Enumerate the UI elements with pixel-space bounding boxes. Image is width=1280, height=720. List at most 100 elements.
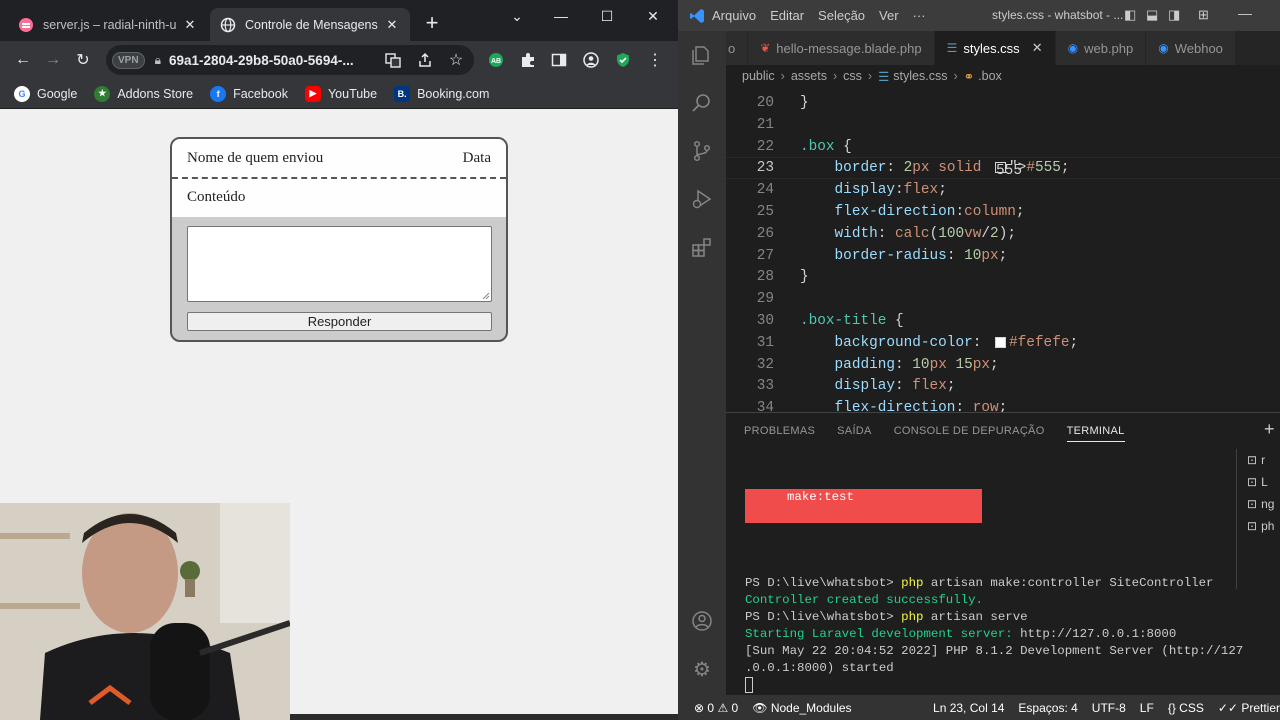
code-line[interactable]: 28} [726, 266, 1280, 288]
bookmark-booking[interactable]: B. Booking.com [394, 85, 489, 102]
menu-more[interactable]: ··· [913, 8, 926, 23]
tab-web-php[interactable]: ◉ web.php [1055, 31, 1147, 65]
run-debug-icon[interactable] [678, 175, 726, 223]
tab-label: styles.css [963, 40, 1020, 56]
close-window-button[interactable]: ✕ [640, 4, 666, 28]
profile-icon[interactable] [576, 45, 606, 75]
chevron-right-icon: › [953, 69, 958, 83]
eol-status[interactable]: LF [1140, 701, 1154, 715]
tab-server-js[interactable]: server.js – radial-ninth-un ✕ [8, 8, 208, 41]
maximize-button[interactable]: ☐ [594, 4, 620, 28]
close-tab-icon[interactable]: ✕ [182, 17, 198, 33]
extensions-icon[interactable] [678, 223, 726, 271]
terminal-session[interactable]: ⊡ ng [1237, 493, 1280, 515]
tab-output[interactable]: SAÍDA [837, 425, 872, 437]
breadcrumb-item[interactable]: css [843, 69, 862, 83]
vpn-badge[interactable]: VPN [112, 51, 145, 69]
breadcrumb-item[interactable]: assets [791, 69, 827, 83]
toggle-sidebar-icon[interactable]: ◧ [1124, 7, 1136, 23]
code-line[interactable]: 31 background-color: #fefefe; [726, 332, 1280, 354]
reply-textarea[interactable] [187, 226, 492, 302]
resize-handle-icon[interactable] [482, 292, 490, 300]
new-tab-button[interactable]: + [420, 12, 444, 36]
lock-icon[interactable]: 🔒︎ [155, 53, 161, 68]
tab-controle-mensagens[interactable]: Controle de Mensagens d ✕ [210, 8, 410, 41]
extensions-puzzle-icon[interactable] [513, 45, 543, 75]
code-line[interactable]: 33 display: flex; [726, 375, 1280, 397]
code-line[interactable]: 23 border: 2px solid 555">#555; [726, 157, 1280, 180]
breadcrumb-item[interactable]: public [742, 69, 775, 83]
code-line[interactable]: 30 .box-title { [726, 310, 1280, 332]
minimize-button[interactable]: — [548, 4, 574, 28]
close-tab-icon[interactable]: ✕ [1032, 40, 1043, 56]
explorer-icon[interactable] [678, 31, 726, 79]
bookmark-google[interactable]: G Google [14, 85, 77, 102]
tab-webhook[interactable]: ◉ Webhoo [1146, 31, 1236, 65]
back-arrow-icon[interactable]: ← [8, 45, 38, 75]
code-text: flex-direction: row; [834, 400, 1008, 412]
menu-selecao[interactable]: Seleção [818, 8, 865, 23]
language-status[interactable]: {} CSS [1168, 701, 1204, 715]
folder-status[interactable]: 👁︎ Node_Modules [752, 701, 851, 715]
bookmark-star-icon[interactable]: ☆ [441, 45, 471, 75]
shield-extension-icon[interactable] [608, 45, 638, 75]
toggle-secondary-sidebar-icon[interactable]: ◨ [1168, 7, 1180, 23]
terminal-session[interactable]: ⊡ L [1237, 471, 1280, 493]
code-line[interactable]: 20} [726, 92, 1280, 114]
tab-problems[interactable]: PROBLEMAS [744, 425, 815, 437]
minimize-button[interactable]: — [1238, 5, 1252, 21]
customize-layout-icon[interactable]: ⊞ [1198, 7, 1209, 23]
settings-gear-icon[interactable]: ⚙ [678, 645, 726, 693]
toggle-panel-icon[interactable]: ⬓ [1146, 7, 1158, 23]
new-terminal-plus-icon[interactable]: + [1264, 419, 1275, 440]
side-panel-icon[interactable] [544, 45, 574, 75]
bookmark-addons-store[interactable]: ★ Addons Store [94, 85, 193, 102]
close-tab-icon[interactable]: ✕ [384, 17, 400, 33]
menu-ver[interactable]: Ver [879, 8, 899, 23]
code-line[interactable]: 25 flex-direction:column; [726, 201, 1280, 223]
breadcrumb-item[interactable]: .box [978, 69, 1002, 83]
encoding-status[interactable]: UTF-8 [1092, 701, 1126, 715]
tab-debug-console[interactable]: CONSOLE DE DEPURAÇÃO [894, 425, 1045, 437]
code-line[interactable]: 34 flex-direction: row; [726, 397, 1280, 412]
chrome-menu-icon[interactable]: ⋮ [640, 45, 670, 75]
code-line[interactable]: 26 width: calc(100vw/2); [726, 223, 1280, 245]
code-line[interactable]: 24 display:flex; [726, 179, 1280, 201]
reply-button[interactable]: Responder [187, 312, 492, 331]
reload-icon[interactable]: ↻ [68, 45, 98, 75]
bookmark-facebook[interactable]: f Facebook [210, 85, 288, 102]
cursor-position[interactable]: Ln 23, Col 14 [933, 701, 1004, 715]
terminal-output[interactable]: make:test PS D:\live\whatsbot> php artis… [745, 455, 1243, 694]
tab-partial[interactable]: o [726, 31, 749, 65]
source-control-icon[interactable] [678, 127, 726, 175]
code-editor[interactable]: 20} 21 22 .box {23 border: 2px solid 555">#… [726, 87, 1280, 412]
menu-arquivo[interactable]: Arquivo [712, 8, 756, 23]
code-line[interactable]: 22 .box { [726, 136, 1280, 158]
tab-hello-message-blade[interactable]: ❦ hello-message.blade.php [748, 31, 935, 65]
code-line[interactable]: 21 [726, 114, 1280, 136]
tab-search-icon[interactable]: ⌄ [504, 4, 530, 28]
tab-terminal[interactable]: TERMINAL [1066, 425, 1125, 442]
forward-arrow-icon[interactable]: → [38, 45, 68, 75]
terminal-icon: ⊡ [1247, 453, 1258, 467]
terminal-session[interactable]: ⊡ r [1237, 449, 1280, 471]
problems-status[interactable]: ⊗ 0 ⚠ 0 [694, 701, 738, 715]
url-text[interactable]: 69a1-2804-29b8-50a0-5694-... [169, 53, 354, 68]
code-line[interactable]: 32 padding: 10px 15px; [726, 354, 1280, 376]
indentation-status[interactable]: Espaços: 4 [1018, 701, 1077, 715]
code-line[interactable]: 27 border-radius: 10px; [726, 245, 1280, 267]
bookmark-youtube[interactable]: ▶ YouTube [304, 85, 377, 102]
translate-icon[interactable] [378, 45, 408, 75]
line-number: 29 [756, 291, 774, 308]
menu-editar[interactable]: Editar [770, 8, 804, 23]
tab-styles-css[interactable]: ☰ styles.css ✕ [934, 31, 1056, 65]
terminal-session[interactable]: ⊡ ph [1237, 515, 1280, 537]
prettier-status[interactable]: ✓✓ Prettier [1218, 701, 1280, 715]
search-icon[interactable] [678, 79, 726, 127]
accounts-icon[interactable] [678, 597, 726, 645]
share-icon[interactable] [410, 45, 440, 75]
adblock-extension-icon[interactable]: AB [481, 45, 511, 75]
breadcrumb-item[interactable]: styles.css [893, 69, 947, 83]
code-line[interactable]: 29 [726, 288, 1280, 310]
code-text: display: flex; [834, 378, 956, 395]
